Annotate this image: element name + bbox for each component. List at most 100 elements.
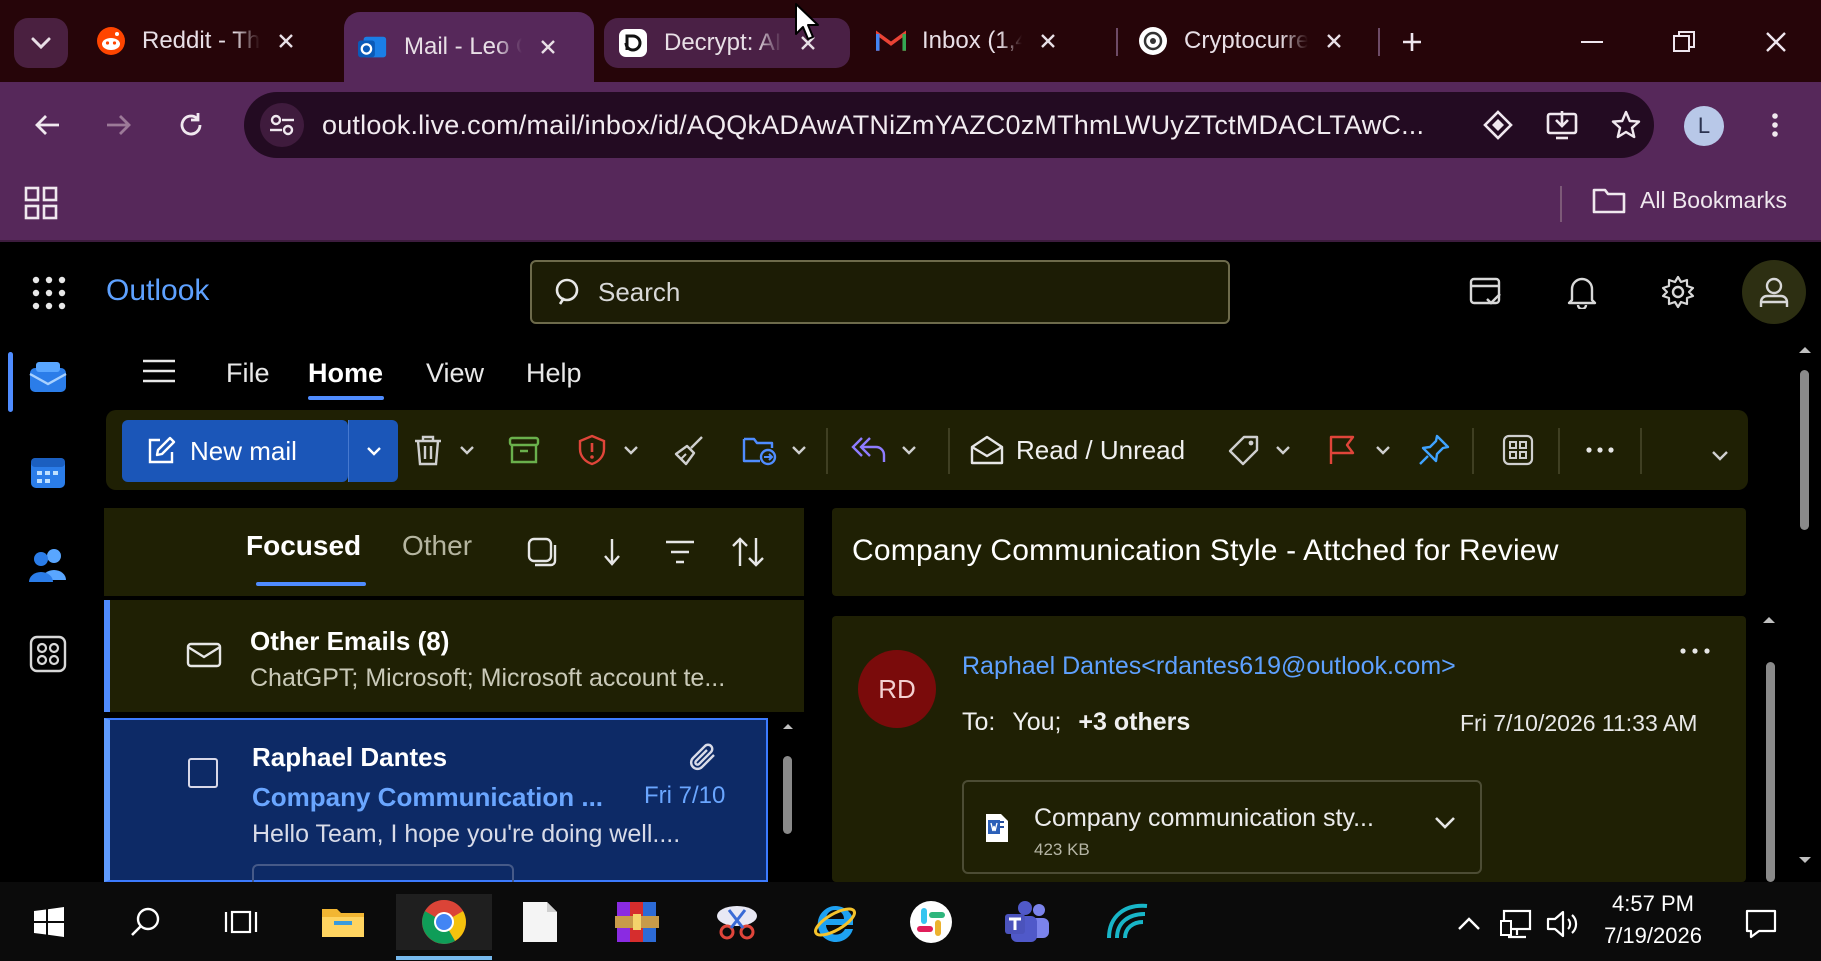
categorize-dropdown[interactable] [1270, 426, 1296, 474]
sort-button[interactable] [726, 530, 770, 574]
message-row-selected[interactable]: Raphael Dantes Company Communication ...… [104, 718, 768, 884]
remote-app-button[interactable] [1096, 894, 1158, 950]
url-text[interactable]: outlook.live.com/mail/inbox/id/AQQkADAwA… [322, 110, 1422, 141]
teams-button[interactable] [996, 894, 1058, 950]
scrollbar-thumb[interactable] [783, 756, 792, 834]
message-checkbox[interactable] [188, 758, 218, 788]
slack-button[interactable] [900, 894, 962, 950]
scrollbar-thumb[interactable] [1800, 370, 1809, 530]
apps-module-button[interactable] [24, 630, 72, 678]
reply-all-button[interactable] [846, 426, 890, 474]
account-button[interactable] [1742, 260, 1806, 324]
tab-cryptocurrency[interactable]: Cryptocurrency [1138, 12, 1358, 70]
move-to-button[interactable] [738, 426, 782, 474]
attachment-preview-chip[interactable] [252, 864, 514, 884]
volume-button[interactable] [1544, 904, 1584, 944]
extension-button[interactable] [1476, 103, 1520, 147]
flag-dropdown[interactable] [1370, 426, 1396, 474]
report-dropdown[interactable] [618, 426, 644, 474]
reply-dropdown[interactable] [896, 426, 922, 474]
tab-other[interactable]: Other [402, 530, 472, 562]
to-you[interactable]: You; [1012, 708, 1061, 736]
winrar-button[interactable] [606, 894, 668, 950]
tab-focused[interactable]: Focused [246, 530, 361, 562]
back-button[interactable] [24, 102, 70, 148]
all-bookmarks-button[interactable]: All Bookmarks [1592, 186, 1787, 214]
apps-button[interactable] [24, 186, 58, 220]
notifications-button[interactable] [1560, 270, 1604, 314]
site-info-button[interactable] [260, 103, 304, 147]
tab-gmail[interactable]: Inbox (1,454) [876, 12, 1096, 70]
reload-button[interactable] [168, 102, 214, 148]
system-clock[interactable]: 4:57 PM 7/19/2026 [1594, 888, 1712, 952]
sender-name-email[interactable]: Raphael Dantes<rdantes619@outlook.com> [962, 652, 1456, 681]
ribbon-tab-home[interactable]: Home [308, 358, 383, 389]
delete-dropdown[interactable] [454, 426, 480, 474]
close-tab-icon[interactable] [534, 33, 562, 61]
snipping-tool-button[interactable] [706, 894, 768, 950]
app-launcher-button[interactable] [32, 276, 66, 310]
archive-button[interactable] [502, 426, 546, 474]
people-module-button[interactable] [24, 540, 72, 588]
ribbon-tab-file[interactable]: File [226, 358, 270, 389]
settings-button[interactable] [1656, 270, 1700, 314]
attachment-card[interactable]: Company communication sty... 423 KB [962, 780, 1482, 874]
apps-addins-button[interactable] [1496, 426, 1540, 474]
delete-button[interactable] [406, 426, 450, 474]
show-hidden-icons-button[interactable] [1452, 904, 1486, 944]
message-list-scrollbar[interactable] [780, 720, 796, 882]
profile-avatar[interactable]: L [1684, 106, 1724, 146]
to-others[interactable]: +3 others [1078, 708, 1190, 736]
move-to-dropdown[interactable] [786, 426, 812, 474]
scrollbar-thumb[interactable] [1766, 662, 1775, 882]
start-button[interactable] [18, 894, 80, 950]
browser-menu-button[interactable] [1752, 102, 1798, 148]
task-view-button[interactable] [210, 894, 272, 950]
install-app-button[interactable] [1540, 103, 1584, 147]
restore-button[interactable] [1654, 18, 1714, 66]
read-unread-button[interactable]: Read / Unread [970, 426, 1185, 474]
pin-button[interactable] [1412, 426, 1456, 474]
new-tab-button[interactable] [1382, 18, 1442, 66]
select-mode-button[interactable] [520, 530, 564, 574]
close-tab-icon[interactable] [272, 27, 300, 55]
ribbon-tab-view[interactable]: View [426, 358, 484, 389]
minimize-button[interactable] [1562, 18, 1622, 66]
tab-reddit[interactable]: Reddit - The heart of the internet [96, 12, 316, 70]
my-day-button[interactable] [1464, 270, 1508, 314]
new-mail-dropdown[interactable] [348, 420, 398, 482]
close-tab-icon[interactable] [1320, 27, 1348, 55]
taskbar-search-button[interactable] [114, 894, 176, 950]
internet-explorer-button[interactable] [804, 894, 866, 950]
new-mail-button[interactable]: New mail [122, 420, 348, 482]
flag-button[interactable] [1320, 426, 1364, 474]
ribbon-tab-help[interactable]: Help [526, 358, 582, 389]
message-more-actions-button[interactable] [1680, 648, 1710, 654]
more-commands-button[interactable] [1578, 426, 1622, 474]
attachment-menu-button[interactable] [1434, 816, 1456, 830]
close-tab-icon[interactable] [1034, 27, 1062, 55]
reading-pane-scrollbar[interactable] [1762, 616, 1778, 882]
calendar-module-button[interactable] [24, 448, 72, 496]
outlook-logo-text[interactable]: Outlook [106, 274, 209, 308]
network-button[interactable] [1498, 904, 1536, 944]
filter-button[interactable] [658, 530, 702, 574]
file-explorer-button[interactable] [312, 894, 374, 950]
other-emails-summary[interactable]: Other Emails (8) ChatGPT; Microsoft; Mic… [104, 600, 804, 712]
search-box[interactable] [530, 260, 1230, 324]
page-scrollbar[interactable] [1796, 342, 1814, 882]
report-button[interactable] [570, 426, 614, 474]
close-window-button[interactable] [1746, 18, 1806, 66]
action-center-button[interactable] [1740, 904, 1782, 944]
jump-to-button[interactable] [590, 530, 634, 574]
categorize-button[interactable] [1222, 426, 1266, 474]
notepad-button[interactable] [508, 894, 570, 950]
address-bar[interactable]: outlook.live.com/mail/inbox/id/AQQkADAwA… [244, 92, 1654, 158]
bookmark-star-button[interactable] [1604, 103, 1648, 147]
forward-button[interactable] [96, 102, 142, 148]
chrome-taskbar-button[interactable] [396, 894, 492, 960]
sweep-button[interactable] [668, 426, 712, 474]
sender-avatar[interactable]: RD [858, 650, 936, 728]
tab-outlook-mail[interactable]: Mail - Leo Outlook [344, 12, 594, 82]
search-input[interactable] [598, 276, 1198, 308]
